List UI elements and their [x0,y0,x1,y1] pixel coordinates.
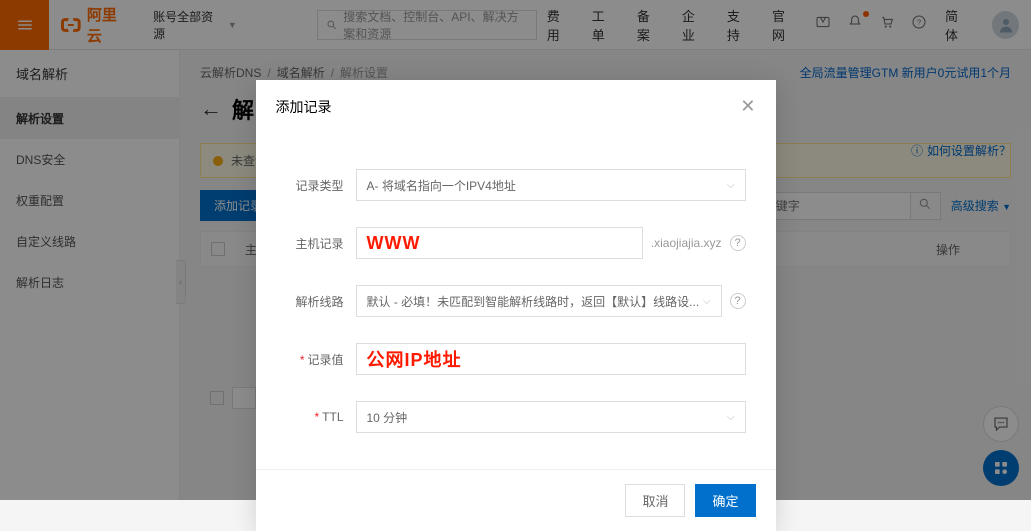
label-ttl: *TTL [276,410,356,424]
chevron-down-icon: ⌵ [727,412,735,423]
select-record-type[interactable]: A- 将域名指向一个IPV4地址 ⌵ [356,169,746,201]
label-host: 主机记录 [276,235,356,252]
chevron-down-icon: ⌵ [727,180,735,191]
host-suffix: .xiaojiajia.xyz [651,236,722,250]
input-value[interactable]: 公网IP地址 [356,343,746,375]
input-host[interactable]: WWW [356,227,643,259]
cancel-button[interactable]: 取消 [625,484,685,517]
modal-close-button[interactable]: ✕ [740,96,755,117]
label-route: 解析线路 [276,293,356,310]
host-overlay-text: WWW [367,233,421,254]
chevron-down-icon: ⌵ [703,296,711,307]
confirm-button[interactable]: 确定 [695,484,755,517]
route-help-icon[interactable]: ? [730,293,746,309]
modal-title: 添加记录 [276,97,332,117]
select-ttl[interactable]: 10 分钟 ⌵ [356,401,746,433]
host-help-icon[interactable]: ? [730,235,746,251]
modal-overlay[interactable]: 添加记录 ✕ 记录类型 A- 将域名指向一个IPV4地址 ⌵ 主机记录 WWW … [0,0,1031,500]
value-overlay-text: 公网IP地址 [367,346,462,372]
add-record-modal: 添加记录 ✕ 记录类型 A- 将域名指向一个IPV4地址 ⌵ 主机记录 WWW … [256,80,776,531]
select-route[interactable]: 默认 - 必填！未匹配到智能解析线路时，返回【默认】线路设... ⌵ [356,285,722,317]
label-value: *记录值 [276,351,356,368]
label-record-type: 记录类型 [276,177,356,194]
